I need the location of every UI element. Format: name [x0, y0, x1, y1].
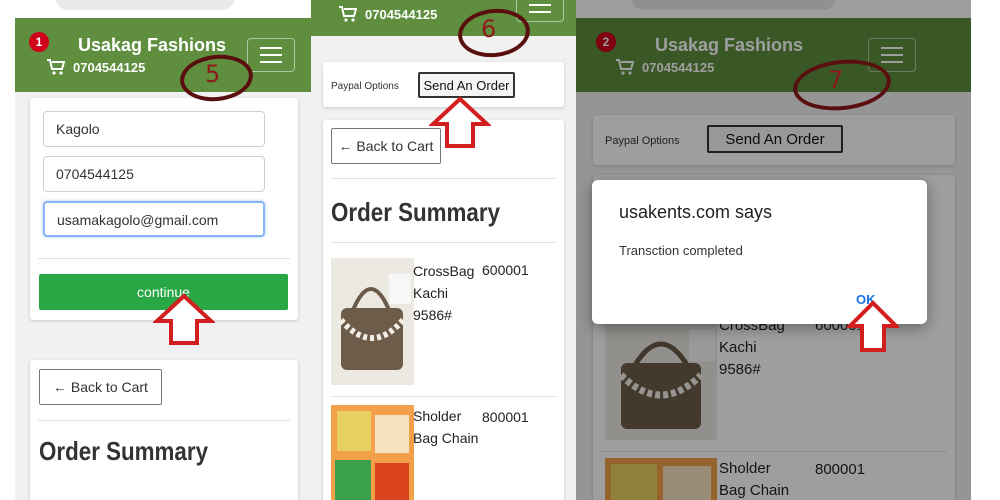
order-summary-title: Order Summary: [331, 197, 501, 227]
address-bar[interactable]: [55, 0, 235, 10]
back-to-cart-button[interactable]: ← Back to Cart: [39, 369, 162, 405]
back-to-cart-button[interactable]: ← Back to Cart: [331, 128, 441, 164]
header-contact: 0704544125: [339, 6, 437, 22]
up-arrow-icon: [429, 96, 491, 148]
brand-name[interactable]: Usakag Fashions: [78, 35, 226, 56]
cart-count-badge: 1: [29, 32, 49, 52]
product-code: 800001: [482, 409, 529, 425]
order-summary-card: ← Back to Cart Order Summary: [30, 360, 298, 500]
menu-line-icon: [260, 47, 282, 49]
checkout-form-card: Kagolo 0704544125 usamakagolo@gmail.com …: [30, 98, 298, 320]
divider: [331, 396, 556, 397]
product-name: Sholder Bag Chain: [413, 408, 479, 446]
phone-screen-step-6: 0704544125 Paypal Options Send An Order …: [311, 0, 576, 500]
dialog-title: usakents.com says: [619, 202, 773, 222]
name-field[interactable]: Kagolo: [43, 111, 265, 147]
product-name: CrossBag Kachi 9586#: [413, 263, 475, 323]
divider: [331, 242, 556, 243]
header-contact: 0704544125: [47, 59, 145, 75]
product-code: 600001: [482, 262, 529, 278]
divider: [38, 420, 290, 421]
phone-screen-step-5: 1 Usakag Fashions 0704544125 Kagolo 0704…: [15, 0, 311, 500]
step-6-number: 6: [481, 15, 497, 43]
divider: [38, 258, 290, 259]
order-summary-title: Order Summary: [39, 436, 209, 466]
shopping-cart-icon[interactable]: [47, 59, 65, 75]
phone-number: 0704544125: [73, 59, 146, 75]
phone-number: 0704544125: [365, 6, 438, 22]
up-arrow-icon: [847, 300, 899, 352]
step-7-number: 7: [828, 66, 844, 94]
tutorial-screenshot: 1 Usakag Fashions 0704544125 Kagolo 0704…: [0, 0, 1000, 500]
paypal-options-label[interactable]: Paypal Options: [331, 81, 399, 92]
send-order-button[interactable]: Send An Order: [418, 72, 515, 98]
site-header: 1 Usakag Fashions 0704544125: [15, 18, 311, 92]
order-summary-card: ← Back to Cart Order Summary CrossBag Ka…: [323, 120, 564, 500]
email-field[interactable]: usamakagolo@gmail.com: [43, 201, 265, 237]
site-header: 0704544125: [311, 0, 576, 36]
handbag-photo-icon[interactable]: [331, 258, 414, 385]
hamburger-menu-button[interactable]: [247, 38, 295, 72]
step-5-number: 5: [205, 60, 221, 88]
shopping-cart-icon[interactable]: [339, 6, 357, 22]
up-arrow-icon: [153, 293, 215, 345]
phone-screen-step-7: 2 Usakag Fashions 0704544125 Paypal Opti…: [576, 0, 971, 500]
divider: [331, 178, 556, 179]
dialog-message: Transction completed: [619, 243, 743, 258]
bag-chain-photo-icon[interactable]: [331, 405, 414, 500]
phone-field[interactable]: 0704544125: [43, 156, 265, 192]
